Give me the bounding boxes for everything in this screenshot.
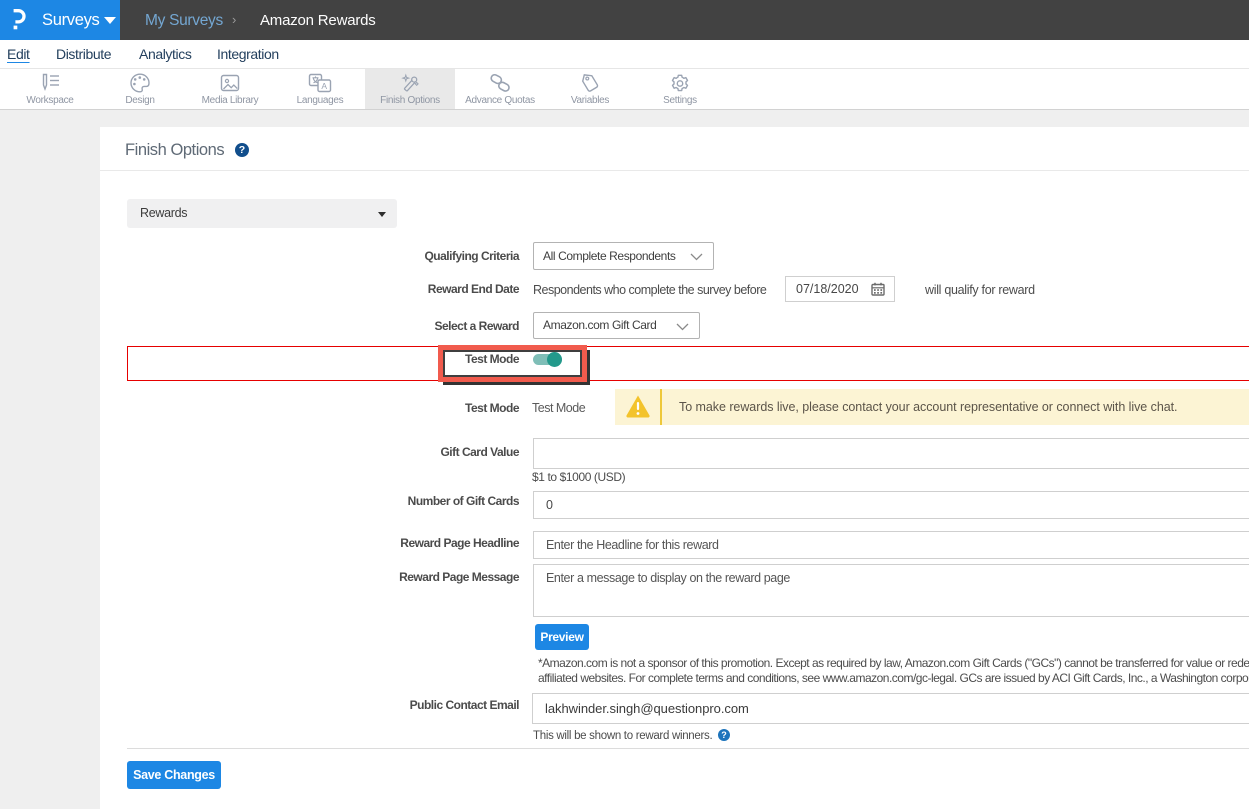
svg-text:A: A: [321, 81, 327, 91]
